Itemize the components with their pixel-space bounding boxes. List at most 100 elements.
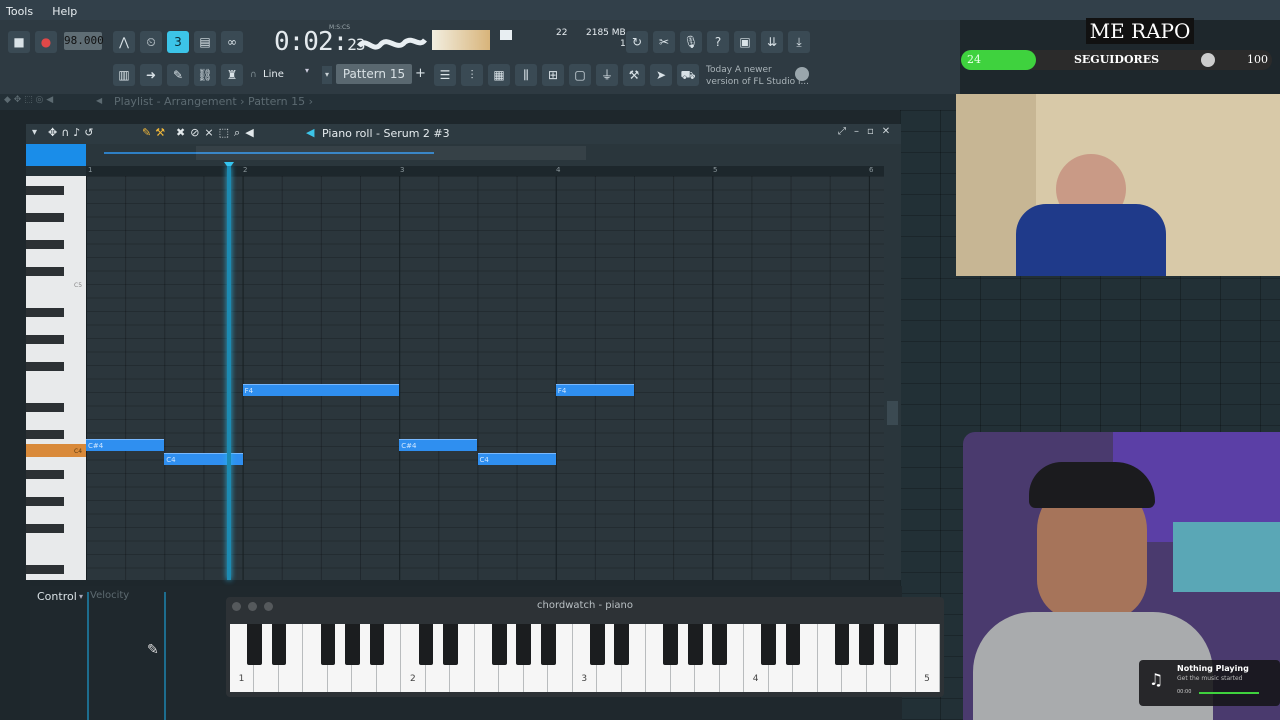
wand-icon[interactable]: ⚒ bbox=[623, 64, 645, 86]
tool-icons[interactable]: ✥∩♪↺ bbox=[48, 126, 98, 139]
mode-tool-icons[interactable]: ✖⊘⨯⬚⌕◀ bbox=[176, 126, 259, 140]
target-arrow-icon[interactable]: ◀ bbox=[306, 126, 314, 139]
undo-history-icon[interactable]: ↻ bbox=[626, 31, 648, 53]
black-key[interactable] bbox=[26, 186, 64, 195]
note-f4[interactable]: F4 bbox=[555, 384, 635, 396]
record-button[interactable]: ● bbox=[35, 31, 57, 53]
black-key[interactable] bbox=[26, 308, 64, 317]
download-icon[interactable]: ⤓ bbox=[788, 31, 810, 53]
black-key[interactable] bbox=[320, 624, 336, 665]
black-key[interactable] bbox=[26, 565, 64, 574]
control-chevron-icon[interactable]: ▾ bbox=[79, 592, 83, 601]
control-select[interactable]: Control bbox=[37, 590, 77, 603]
menu-help[interactable]: Help bbox=[46, 2, 85, 18]
piano-roll-title[interactable]: Piano roll - Serum 2 #3 bbox=[322, 127, 450, 140]
microphone-icon[interactable]: 🎙 bbox=[680, 31, 702, 53]
black-key[interactable] bbox=[418, 624, 434, 665]
piano-roll-icon[interactable]: ▥ bbox=[113, 64, 135, 86]
help-icon[interactable]: ? bbox=[707, 31, 729, 53]
pen-icon[interactable]: ✎ bbox=[167, 64, 189, 86]
pattern-overview[interactable] bbox=[26, 144, 901, 166]
menu-arrow-icon[interactable]: ▾ bbox=[32, 127, 37, 138]
stop-button[interactable]: ■ bbox=[8, 31, 30, 53]
black-key[interactable] bbox=[491, 624, 507, 665]
metronome-icon[interactable]: ⋀ bbox=[113, 31, 135, 53]
countdown-icon[interactable]: 3 bbox=[167, 31, 189, 53]
pattern-dropdown-icon[interactable]: ▾ bbox=[322, 66, 332, 84]
piano-roll-window-icon[interactable]: ▦ bbox=[488, 64, 510, 86]
piano-keyboard[interactable]: C5 C4 bbox=[26, 176, 86, 580]
black-key[interactable] bbox=[785, 624, 801, 665]
chordwatch-keyboard[interactable]: 1 2 3 4 5 bbox=[230, 624, 940, 692]
save-icon[interactable]: ▣ bbox=[734, 31, 756, 53]
link-icon[interactable]: ⛓ bbox=[194, 64, 216, 86]
black-key[interactable] bbox=[26, 497, 64, 506]
wait-record-icon[interactable]: ⏲ bbox=[140, 31, 162, 53]
loop-record-icon[interactable]: ∞ bbox=[221, 31, 243, 53]
black-key[interactable] bbox=[859, 624, 874, 665]
black-key[interactable] bbox=[614, 624, 630, 665]
send-icon[interactable]: ➤ bbox=[650, 64, 672, 86]
black-key[interactable] bbox=[834, 624, 850, 665]
black-key[interactable] bbox=[26, 430, 64, 439]
overview-scroll-thumb[interactable] bbox=[196, 146, 586, 160]
playlist-icon[interactable]: ☰ bbox=[434, 64, 456, 86]
arrow-icon[interactable]: ➜ bbox=[140, 64, 162, 86]
black-key[interactable] bbox=[516, 624, 532, 665]
song-time-display[interactable]: 0:02:23 bbox=[274, 27, 366, 57]
note-csharp4[interactable]: C#4 bbox=[399, 439, 478, 451]
black-key[interactable] bbox=[589, 624, 605, 665]
snap-chevron-icon[interactable]: ▾ bbox=[305, 66, 309, 75]
black-key[interactable] bbox=[443, 624, 458, 665]
black-key[interactable] bbox=[26, 335, 64, 344]
project-icon[interactable]: ▢ bbox=[569, 64, 591, 86]
black-key[interactable] bbox=[761, 624, 776, 665]
note-csharp4[interactable]: C#4 bbox=[86, 439, 165, 451]
black-key[interactable] bbox=[271, 624, 287, 665]
velocity-bar[interactable] bbox=[87, 592, 89, 720]
stamp-icon[interactable]: ♜ bbox=[221, 64, 243, 86]
mixer-icon[interactable]: ⫼ bbox=[515, 64, 537, 86]
cut-icon[interactable]: ✂ bbox=[653, 31, 675, 53]
step-edit-icon[interactable]: ▤ bbox=[194, 31, 216, 53]
add-pattern-icon[interactable]: + bbox=[415, 66, 426, 81]
scrollbar-thumb[interactable] bbox=[887, 401, 898, 425]
shop-icon[interactable]: ⛟ bbox=[677, 64, 699, 86]
breadcrumb-text[interactable]: Playlist - Arrangement › Pattern 15 › bbox=[114, 95, 313, 108]
black-key[interactable] bbox=[26, 470, 64, 479]
pattern-selector[interactable]: Pattern 15 bbox=[336, 64, 412, 84]
tempo-display[interactable]: 98.000 bbox=[64, 32, 104, 50]
black-key[interactable] bbox=[26, 403, 64, 412]
globe-icon[interactable] bbox=[795, 67, 809, 81]
menu-tools[interactable]: Tools bbox=[0, 2, 41, 18]
magnet-icon[interactable]: ∩ bbox=[250, 70, 257, 80]
export-icon[interactable]: ⇊ bbox=[761, 31, 783, 53]
playhead[interactable] bbox=[226, 166, 231, 580]
channel-rack-icon[interactable]: ⫶ bbox=[461, 64, 483, 86]
vertical-scrollbar[interactable] bbox=[884, 166, 901, 580]
news-panel[interactable]: Today A newer version of FL Studio i... bbox=[706, 64, 809, 88]
black-key[interactable] bbox=[345, 624, 360, 665]
note-f4[interactable]: F4 bbox=[242, 384, 400, 396]
black-key[interactable] bbox=[26, 267, 64, 276]
edit-tool-icons[interactable]: ✎⚒ bbox=[142, 126, 169, 139]
black-key[interactable] bbox=[26, 213, 64, 222]
bar-ruler[interactable]: 1 2 3 4 5 6 bbox=[86, 166, 886, 176]
plugin-icon[interactable]: ⏚ bbox=[596, 64, 618, 86]
velocity-bar[interactable] bbox=[164, 592, 166, 720]
black-key[interactable] bbox=[883, 624, 899, 665]
playlist-arrow-icon[interactable]: ◀ bbox=[96, 96, 102, 105]
black-key[interactable] bbox=[663, 624, 679, 665]
black-key[interactable] bbox=[247, 624, 262, 665]
black-key[interactable] bbox=[26, 362, 64, 371]
black-key[interactable] bbox=[687, 624, 703, 665]
black-key[interactable] bbox=[712, 624, 727, 665]
window-nav-icon[interactable]: ◆ ✥ ⬚ ◎ ◀ bbox=[4, 95, 53, 105]
note-c4[interactable]: C4 bbox=[477, 453, 556, 465]
black-key[interactable] bbox=[540, 624, 556, 665]
black-key[interactable] bbox=[369, 624, 385, 665]
browser-icon[interactable]: ⊞ bbox=[542, 64, 564, 86]
black-key[interactable] bbox=[26, 524, 64, 533]
black-key[interactable] bbox=[26, 240, 64, 249]
note-grid[interactable]: C#4 C4 F4 C#4 C4 F4 bbox=[86, 176, 884, 580]
